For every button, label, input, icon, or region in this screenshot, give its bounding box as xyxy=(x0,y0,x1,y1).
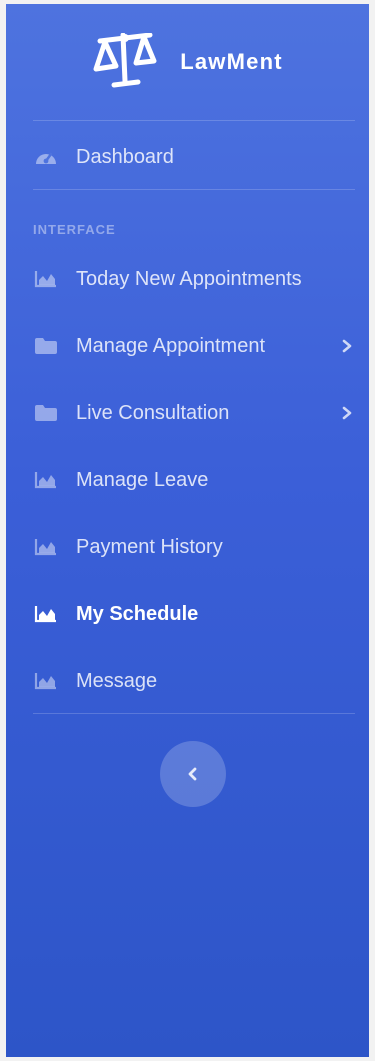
sidebar-item-live-consultation[interactable]: Live Consultation xyxy=(33,393,355,433)
sidebar-item-label: Manage Leave xyxy=(76,468,209,491)
sidebar-item-label: Dashboard xyxy=(76,145,174,168)
chevron-left-icon xyxy=(186,766,200,782)
sidebar-item-label: Today New Appointments xyxy=(76,267,302,290)
area-chart-icon xyxy=(33,603,59,625)
sidebar-item-label: Live Consultation xyxy=(76,401,230,424)
sidebar-item-label: Manage Appointment xyxy=(76,334,266,357)
sidebar-item-label: Message xyxy=(76,669,158,692)
folder-icon xyxy=(33,402,59,424)
sidebar-toggle-button[interactable] xyxy=(160,741,226,807)
sidebar: LawMent Dashboard INTERFACE Today New Ap… xyxy=(6,4,369,1057)
sidebar-item-payment-history[interactable]: Payment History xyxy=(33,527,355,567)
brand-name: LawMent xyxy=(180,49,283,74)
sidebar-item-manage-appointment[interactable]: Manage Appointment xyxy=(33,326,355,366)
sidebar-item-dashboard[interactable]: Dashboard xyxy=(33,137,355,177)
sidebar-item-message[interactable]: Message xyxy=(33,661,355,701)
area-chart-icon xyxy=(33,670,59,692)
sidebar-brand[interactable]: LawMent xyxy=(6,4,369,120)
sidebar-item-my-schedule[interactable]: My Schedule xyxy=(33,594,355,634)
sidebar-heading: INTERFACE xyxy=(33,222,116,237)
chevron-right-icon xyxy=(339,405,355,421)
sidebar-item-label: Payment History xyxy=(76,535,223,558)
sidebar-divider xyxy=(33,713,355,714)
sidebar-divider xyxy=(33,120,355,121)
folder-icon xyxy=(33,335,59,357)
sidebar-item-label: My Schedule xyxy=(76,602,199,625)
area-chart-icon xyxy=(33,536,59,558)
sidebar-divider xyxy=(33,189,355,190)
chevron-right-icon xyxy=(339,338,355,354)
sidebar-item-manage-leave[interactable]: Manage Leave xyxy=(33,460,355,500)
sidebar-item-today-new-appointments[interactable]: Today New Appointments xyxy=(33,259,355,299)
tachometer-icon xyxy=(33,146,59,168)
area-chart-icon xyxy=(33,268,59,290)
brand-link[interactable]: LawMent xyxy=(92,29,283,95)
area-chart-icon xyxy=(33,469,59,491)
scales-of-justice-icon xyxy=(92,29,158,95)
